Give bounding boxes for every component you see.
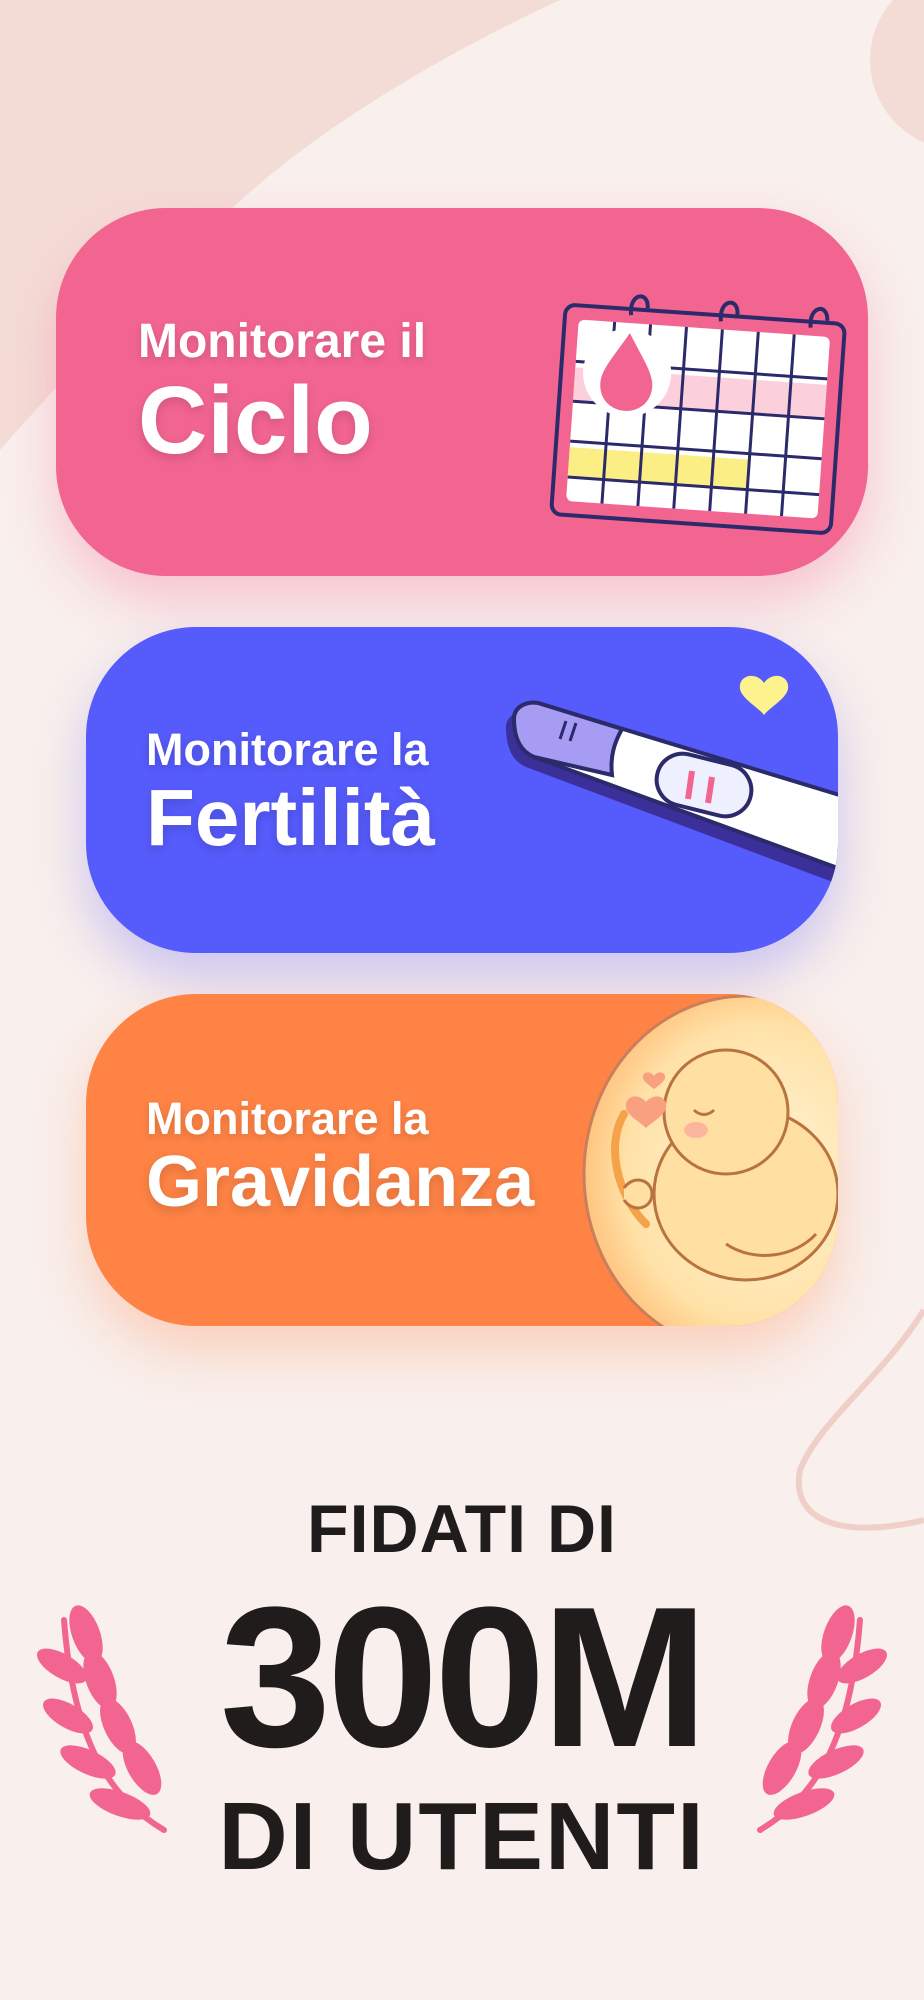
- card-title: Ciclo: [138, 366, 373, 474]
- card-title: Fertilità: [146, 772, 435, 862]
- card-subtitle: Monitorare la: [146, 724, 429, 775]
- card-subtitle: Monitorare la: [146, 1093, 429, 1144]
- user-count: 300M: [219, 1566, 708, 1789]
- card-subtitle: Monitorare il: [138, 315, 427, 368]
- calendar-period-icon: [549, 294, 847, 535]
- baby-fetus-icon: [582, 994, 838, 1326]
- trust-subheading: DI UTENTI: [218, 1783, 706, 1890]
- track-cycle-card[interactable]: Monitorare il Ciclo: [56, 208, 868, 576]
- ovulation-test-icon: [506, 675, 838, 884]
- trust-heading: FIDATI DI: [307, 1491, 617, 1567]
- track-pregnancy-card[interactable]: Monitorare la Gravidanza: [86, 994, 838, 1326]
- card-title: Gravidanza: [146, 1141, 535, 1222]
- track-fertility-card[interactable]: Monitorare la Fertilità: [86, 627, 838, 953]
